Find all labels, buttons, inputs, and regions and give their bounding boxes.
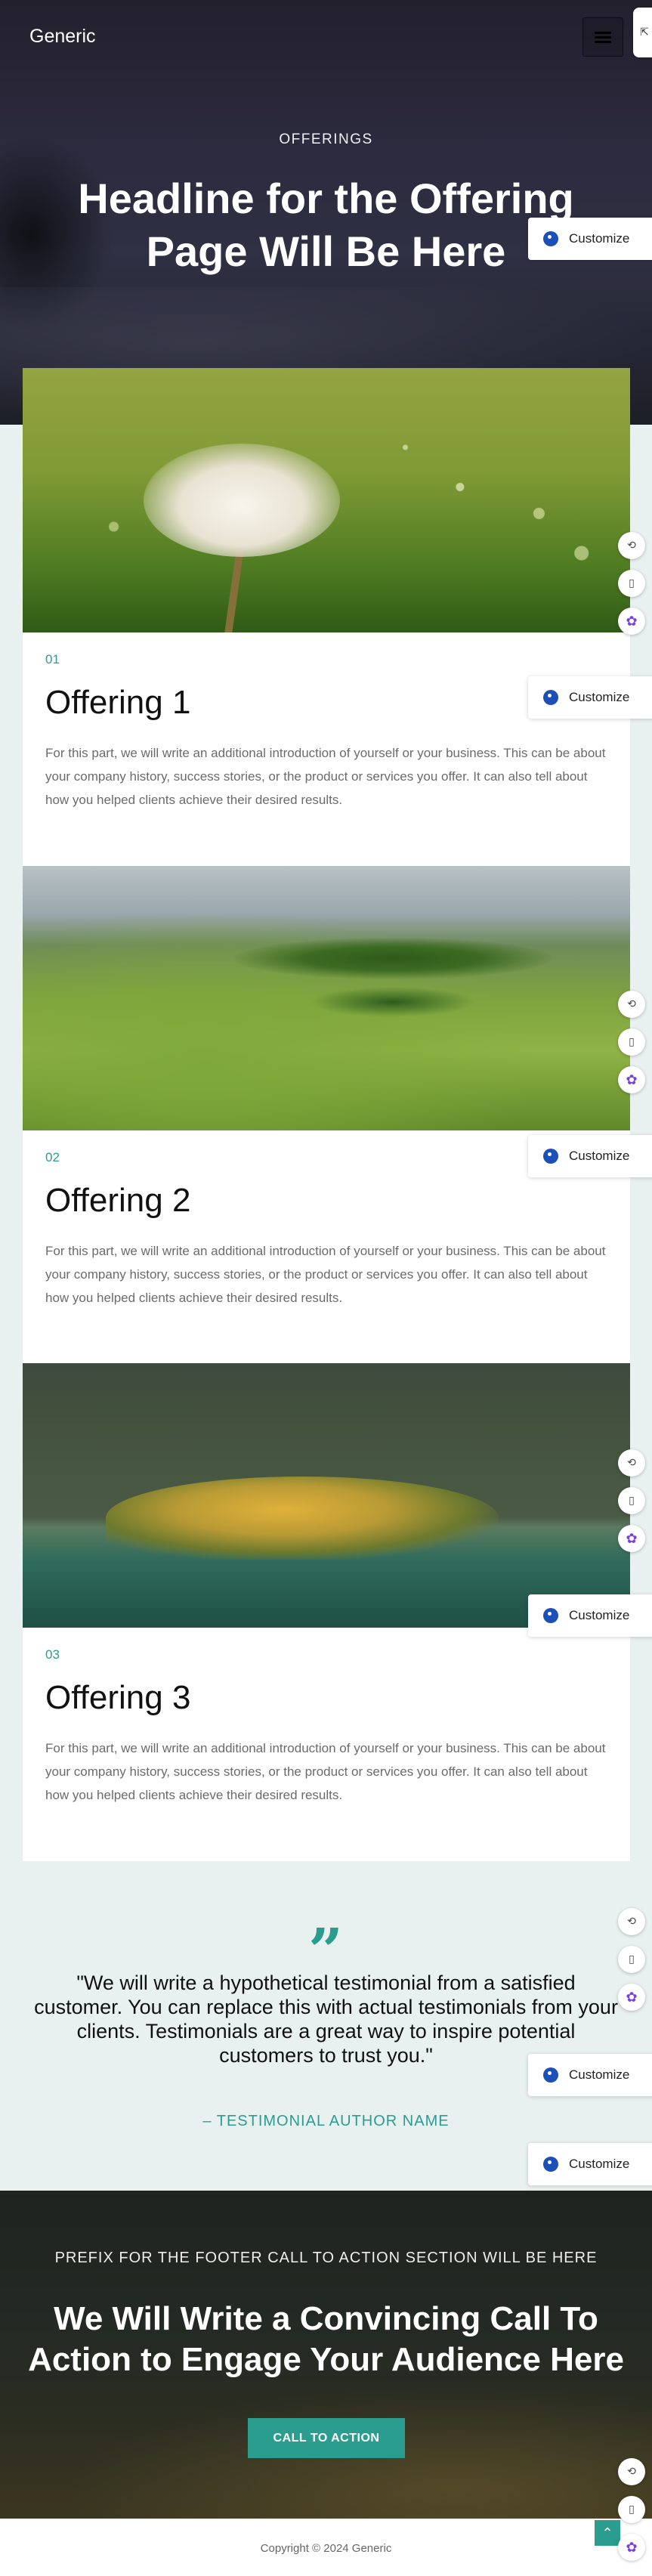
offering-title: Offering 2 (45, 1182, 191, 1219)
offering-number: 03 (45, 1647, 60, 1662)
cta-title: We Will Write a Convincing Call To Actio… (28, 2300, 624, 2378)
hero-eyebrow: OFFERINGS (279, 131, 373, 147)
sync-icon[interactable]: ⟲ (618, 532, 645, 559)
book-icon[interactable]: ▯ (618, 2496, 645, 2523)
tool-stack: ⟲ ▯ ✿ (618, 532, 648, 645)
tool-stack: ⟲ ▯ ✿ (618, 1908, 648, 2021)
testimonial-author: – TESTIMONIAL AUTHOR NAME (202, 2113, 450, 2129)
customize-button[interactable]: Customize (528, 2143, 652, 2185)
brain-icon[interactable]: ✿ (618, 1525, 645, 1552)
customize-button[interactable]: Customize (528, 1135, 652, 1177)
lake-island (106, 1477, 499, 1560)
offering-title: Offering 3 (45, 1679, 191, 1716)
palette-icon (543, 2067, 558, 2083)
scroll-to-top-button[interactable]: ⌃ (595, 2520, 620, 2546)
brain-icon[interactable]: ✿ (618, 608, 645, 635)
offering-text: For this part, we will write an addition… (45, 746, 606, 807)
offering-card-1: 01 Offering 1 For this part, we will wri… (23, 368, 630, 866)
call-to-action-button[interactable]: CALL TO ACTION (248, 2418, 405, 2458)
customize-label: Customize (569, 2157, 630, 2171)
book-icon[interactable]: ▯ (618, 1028, 645, 1056)
arrow-up-icon: ⌃ (601, 2525, 613, 2541)
sync-icon[interactable]: ⟲ (618, 2458, 645, 2485)
palette-icon (543, 690, 558, 705)
edge-tool-tab[interactable]: ⇱ (633, 8, 652, 57)
footer-copyright: Copyright © 2024 Generic (260, 2542, 392, 2555)
palette-icon (543, 231, 558, 246)
offering-number: 01 (45, 652, 60, 666)
offering-image-dandelion (23, 368, 630, 632)
brain-icon[interactable]: ✿ (618, 1984, 645, 2011)
hero-section: Generic ⇱ OFFERINGS Headline for the Off… (0, 0, 652, 425)
hill-tree-cluster (310, 987, 476, 1017)
offering-image-lake (23, 1363, 630, 1628)
testimonial-section: ” "We will write a hypothetical testimon… (0, 1863, 652, 2191)
offering-title: Offering 1 (45, 684, 191, 721)
customize-label: Customize (569, 690, 630, 704)
customize-button[interactable]: Customize (528, 2054, 652, 2096)
tool-stack: ⟲ ▯ ✿ (618, 2458, 648, 2571)
customize-button[interactable]: Customize (528, 1594, 652, 1637)
tool-stack: ⟲ ▯ ✿ (618, 991, 648, 1104)
tool-stack: ⟲ ▯ ✿ (618, 1449, 648, 1563)
page-title: Headline for the Offering Page Will Be H… (78, 175, 574, 275)
palette-icon (543, 1608, 558, 1623)
customize-label: Customize (569, 1608, 630, 1622)
sync-icon[interactable]: ⟲ (618, 991, 645, 1018)
brain-icon[interactable]: ✿ (618, 2534, 645, 2561)
book-icon[interactable]: ▯ (618, 1946, 645, 1973)
footer: Copyright © 2024 Generic (0, 2519, 652, 2576)
testimonial-text: "We will write a hypothetical testimonia… (34, 1971, 618, 2067)
palette-icon (543, 1149, 558, 1164)
offering-number: 02 (45, 1150, 60, 1164)
menu-button[interactable] (582, 17, 623, 57)
sync-icon[interactable]: ⟲ (618, 1449, 645, 1477)
cta-section: PREFIX FOR THE FOOTER CALL TO ACTION SEC… (0, 2191, 652, 2519)
customize-label: Customize (569, 231, 630, 246)
offering-card-2: 02 Offering 2 For this part, we will wri… (23, 866, 630, 1364)
book-icon[interactable]: ▯ (618, 570, 645, 597)
sync-icon[interactable]: ⟲ (618, 1908, 645, 1935)
hill-treeline (234, 938, 552, 979)
cta-prefix: PREFIX FOR THE FOOTER CALL TO ACTION SEC… (54, 2250, 598, 2266)
offering-image-hills (23, 866, 630, 1130)
palette-icon (543, 2157, 558, 2172)
book-icon[interactable]: ▯ (618, 1487, 645, 1514)
offering-text: For this part, we will write an addition… (45, 1741, 606, 1802)
dandelion-head (144, 444, 340, 557)
customize-button[interactable]: Customize (528, 676, 652, 719)
offering-text: For this part, we will write an addition… (45, 1244, 606, 1305)
brand-logo[interactable]: Generic (29, 26, 96, 48)
brain-icon[interactable]: ✿ (618, 1066, 645, 1093)
customize-label: Customize (569, 1149, 630, 1163)
customize-button[interactable]: Customize (528, 218, 652, 260)
customize-label: Customize (569, 2067, 630, 2082)
hamburger-icon (595, 32, 611, 43)
